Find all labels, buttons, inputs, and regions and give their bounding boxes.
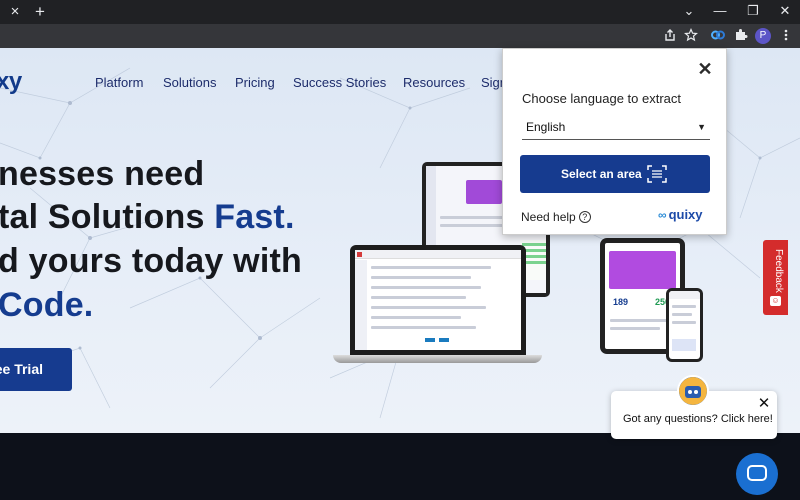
phone-mockup [666, 288, 703, 362]
browser-tabstrip: × + ⌄ — ❐ ✕ [0, 0, 800, 24]
tablet-stat-1: 189 [613, 297, 629, 307]
chat-bot-avatar [677, 375, 709, 407]
feedback-tab[interactable]: Feedback ☺ [763, 240, 788, 315]
scan-area-icon [647, 165, 667, 183]
browser-toolbar: P [0, 24, 800, 48]
select-area-button[interactable]: Select an area [520, 155, 710, 193]
restore-button[interactable]: ❐ [745, 3, 761, 19]
quixy-extension-icon[interactable] [710, 28, 726, 44]
laptop-mockup [350, 245, 526, 355]
extension-popup: ✕ Choose language to extract English ▼ S… [502, 48, 727, 235]
language-select[interactable]: English ▼ [522, 115, 710, 140]
new-tab-button[interactable]: + [31, 3, 49, 21]
nav-solutions[interactable]: Solutions [163, 75, 216, 90]
feedback-label: Feedback [773, 249, 784, 293]
need-help-label: Need help [521, 210, 576, 224]
nav-pricing[interactable]: Pricing [235, 75, 275, 90]
site-logo[interactable]: xy [0, 68, 22, 96]
phone-screen [669, 291, 700, 359]
quixy-logo-icon: ∞ [658, 208, 667, 222]
laptop-screen [355, 250, 521, 350]
hero-heading-line-1: nesses need [0, 155, 205, 193]
extensions-puzzle-icon[interactable] [733, 28, 749, 44]
tab-search-icon[interactable]: ⌄ [681, 3, 697, 19]
hero-heading-line-4: Code. [0, 286, 94, 324]
hero-heading-line-3: d yours today with [0, 242, 302, 280]
language-label: Choose language to extract [522, 91, 681, 106]
select-area-label: Select an area [561, 167, 642, 181]
chat-launcher-button[interactable] [736, 453, 778, 495]
share-icon[interactable] [662, 28, 678, 44]
minimize-button[interactable]: — [712, 3, 728, 19]
bookmark-star-icon[interactable] [683, 27, 699, 44]
feedback-smiley-icon: ☺ [770, 296, 781, 306]
nav-success-stories[interactable]: Success Stories [293, 75, 386, 90]
nav-resources[interactable]: Resources [403, 75, 465, 90]
laptop-base [333, 355, 542, 363]
quixy-logo: ∞ quixy [658, 207, 703, 222]
quixy-logo-text: quixy [668, 207, 703, 222]
hero-heading-line-2: tal Solutions Fast. [0, 198, 295, 237]
chat-prompt-text: Got any questions? Click here! [623, 413, 773, 425]
dark-section [0, 433, 800, 500]
hero-heading-highlight: Fast. [214, 198, 295, 236]
chevron-down-icon: ▼ [697, 122, 706, 132]
hero-heading-text: tal Solutions [0, 198, 215, 236]
help-question-icon: ? [578, 211, 591, 223]
popup-close-icon[interactable]: ✕ [697, 60, 713, 78]
chat-icon [747, 465, 767, 481]
chat-close-icon[interactable]: ✕ [757, 396, 771, 411]
close-tab-icon[interactable]: × [7, 4, 23, 20]
close-window-button[interactable]: ✕ [777, 3, 793, 19]
browser-menu-icon[interactable] [778, 28, 794, 44]
nav-platform[interactable]: Platform [95, 75, 143, 90]
language-select-value: English [526, 120, 566, 134]
profile-avatar[interactable]: P [755, 28, 771, 44]
free-trial-button[interactable]: ee Trial [0, 348, 72, 391]
need-help-link[interactable]: Need help? [521, 210, 591, 224]
